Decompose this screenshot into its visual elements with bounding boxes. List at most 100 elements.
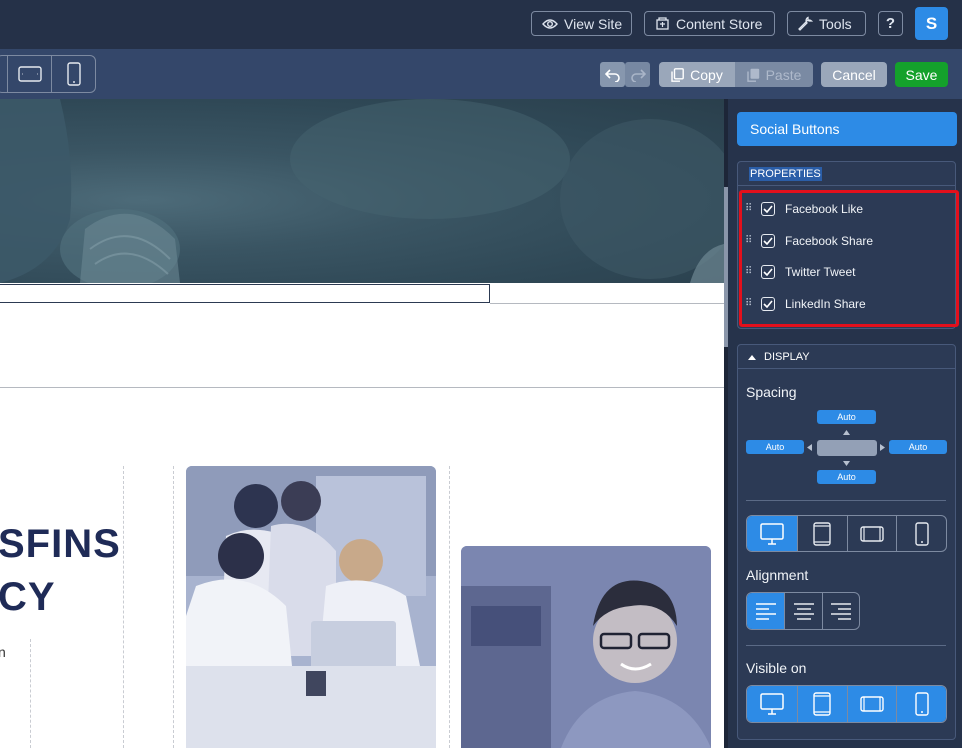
property-label: Twitter Tweet xyxy=(785,265,856,279)
drag-handle-icon[interactable]: ⠿ xyxy=(745,267,752,277)
team-photo-shapes xyxy=(186,466,436,748)
visible-on-selector xyxy=(746,685,947,723)
page-canvas[interactable]: SFINS CY n xyxy=(0,99,724,748)
display-header[interactable]: DISPLAY xyxy=(738,345,955,369)
visible-desktop-toggle[interactable] xyxy=(747,686,797,722)
undo-button[interactable] xyxy=(600,62,625,87)
mobile-icon xyxy=(914,692,929,716)
undo-icon xyxy=(604,68,620,82)
portrait-photo-shapes xyxy=(461,546,711,748)
content-store-button[interactable]: Content Store xyxy=(644,11,775,36)
visible-mobile-toggle[interactable] xyxy=(896,686,946,722)
drag-handle-icon[interactable]: ⠿ xyxy=(745,236,752,246)
spacing-left-input[interactable]: Auto xyxy=(746,440,804,454)
view-site-label: View Site xyxy=(564,15,623,32)
device-tablet-landscape-button[interactable] xyxy=(6,56,52,92)
device-mobile-button[interactable] xyxy=(51,56,95,92)
device-selector xyxy=(746,515,947,552)
property-item-facebook-share[interactable]: ⠿ Facebook Share xyxy=(745,231,873,251)
store-icon xyxy=(656,17,669,30)
visible-tablet-toggle[interactable] xyxy=(796,686,847,722)
property-item-linkedin-share[interactable]: ⠿ LinkedIn Share xyxy=(745,294,866,314)
headline-line-1[interactable]: SFINS xyxy=(0,522,121,567)
section-separator xyxy=(746,645,946,646)
tools-button[interactable]: Tools xyxy=(787,11,866,36)
eye-icon xyxy=(542,18,558,29)
checkmark-icon xyxy=(763,268,773,276)
section-separator xyxy=(746,500,946,501)
copy-icon xyxy=(671,67,685,82)
spacing-right-input[interactable]: Auto xyxy=(889,440,947,454)
align-center-button[interactable] xyxy=(784,593,821,629)
checkbox[interactable] xyxy=(761,234,775,248)
checkbox[interactable] xyxy=(761,202,775,216)
editor-toolbar xyxy=(0,49,962,99)
align-center-icon xyxy=(793,603,814,620)
avatar[interactable]: S xyxy=(915,7,948,40)
spacing-label: Spacing xyxy=(746,384,797,400)
checkmark-icon xyxy=(763,237,773,245)
redo-icon xyxy=(630,68,646,82)
save-button[interactable]: Save xyxy=(895,62,948,87)
tools-label: Tools xyxy=(819,15,852,32)
checkmark-icon xyxy=(763,205,773,213)
device-tablet-landscape-tab[interactable] xyxy=(846,516,897,551)
tablet-landscape-icon xyxy=(860,525,884,542)
property-label: Facebook Share xyxy=(785,234,874,248)
tablet-icon xyxy=(813,521,831,546)
align-left-button[interactable] xyxy=(747,593,785,629)
property-label: LinkedIn Share xyxy=(785,297,866,311)
selected-social-buttons-block[interactable] xyxy=(0,284,490,303)
caret-up-icon xyxy=(748,354,756,360)
arrow-down-icon xyxy=(843,461,850,466)
device-tablet-tab[interactable] xyxy=(796,516,847,551)
arrow-up-icon xyxy=(843,430,850,435)
spacing-bottom-input[interactable]: Auto xyxy=(817,470,876,484)
checkbox[interactable] xyxy=(761,297,775,311)
align-left-icon xyxy=(755,603,776,620)
tablet-icon xyxy=(813,692,831,716)
redo-button[interactable] xyxy=(625,62,650,87)
paste-button[interactable]: Paste xyxy=(735,62,813,87)
column-guide xyxy=(30,639,31,748)
desktop-icon xyxy=(760,522,784,545)
headline-line-2[interactable]: CY xyxy=(0,575,56,620)
alignment-selector xyxy=(746,592,860,630)
hero-photo-shapes xyxy=(0,99,724,289)
copy-button[interactable]: Copy xyxy=(659,62,735,87)
visible-tablet-landscape-toggle[interactable] xyxy=(846,686,897,722)
property-item-twitter-tweet[interactable]: ⠿ Twitter Tweet xyxy=(745,262,855,282)
drag-handle-icon[interactable]: ⠿ xyxy=(745,299,752,309)
properties-header[interactable]: PROPERTIES xyxy=(738,162,955,186)
developer-portrait-photo[interactable] xyxy=(461,546,711,748)
device-desktop-button[interactable] xyxy=(0,56,7,92)
arrow-left-icon xyxy=(807,444,812,451)
cancel-button[interactable]: Cancel xyxy=(821,62,887,87)
checkbox[interactable] xyxy=(761,265,775,279)
tablet-landscape-icon xyxy=(17,66,42,82)
paste-icon xyxy=(746,68,759,82)
view-site-button[interactable]: View Site xyxy=(531,11,632,36)
help-button[interactable]: ? xyxy=(878,11,903,36)
team-meeting-photo[interactable] xyxy=(186,466,436,748)
device-mobile-tab[interactable] xyxy=(896,516,946,551)
alignment-label: Alignment xyxy=(746,567,809,583)
wrench-icon xyxy=(798,16,813,31)
arrow-right-icon xyxy=(880,444,885,451)
spacing-top-input[interactable]: Auto xyxy=(817,410,876,424)
column-guide xyxy=(123,466,124,748)
device-desktop-tab[interactable] xyxy=(747,516,797,551)
drag-handle-icon[interactable]: ⠿ xyxy=(745,204,752,214)
divider-line xyxy=(490,303,724,304)
visible-on-label: Visible on xyxy=(746,660,807,676)
spacing-element-preview xyxy=(817,440,877,456)
hero-image[interactable] xyxy=(0,99,724,289)
display-header-label: DISPLAY xyxy=(764,350,810,363)
property-item-facebook-like[interactable]: ⠿ Facebook Like xyxy=(745,199,863,219)
properties-header-label: PROPERTIES xyxy=(749,167,822,181)
column-guide xyxy=(173,466,174,748)
top-bar: View Site Content Store Tools ? S xyxy=(0,0,962,49)
align-right-button[interactable] xyxy=(821,593,859,629)
desktop-icon xyxy=(760,693,784,715)
body-text-fragment[interactable]: n xyxy=(0,644,6,660)
